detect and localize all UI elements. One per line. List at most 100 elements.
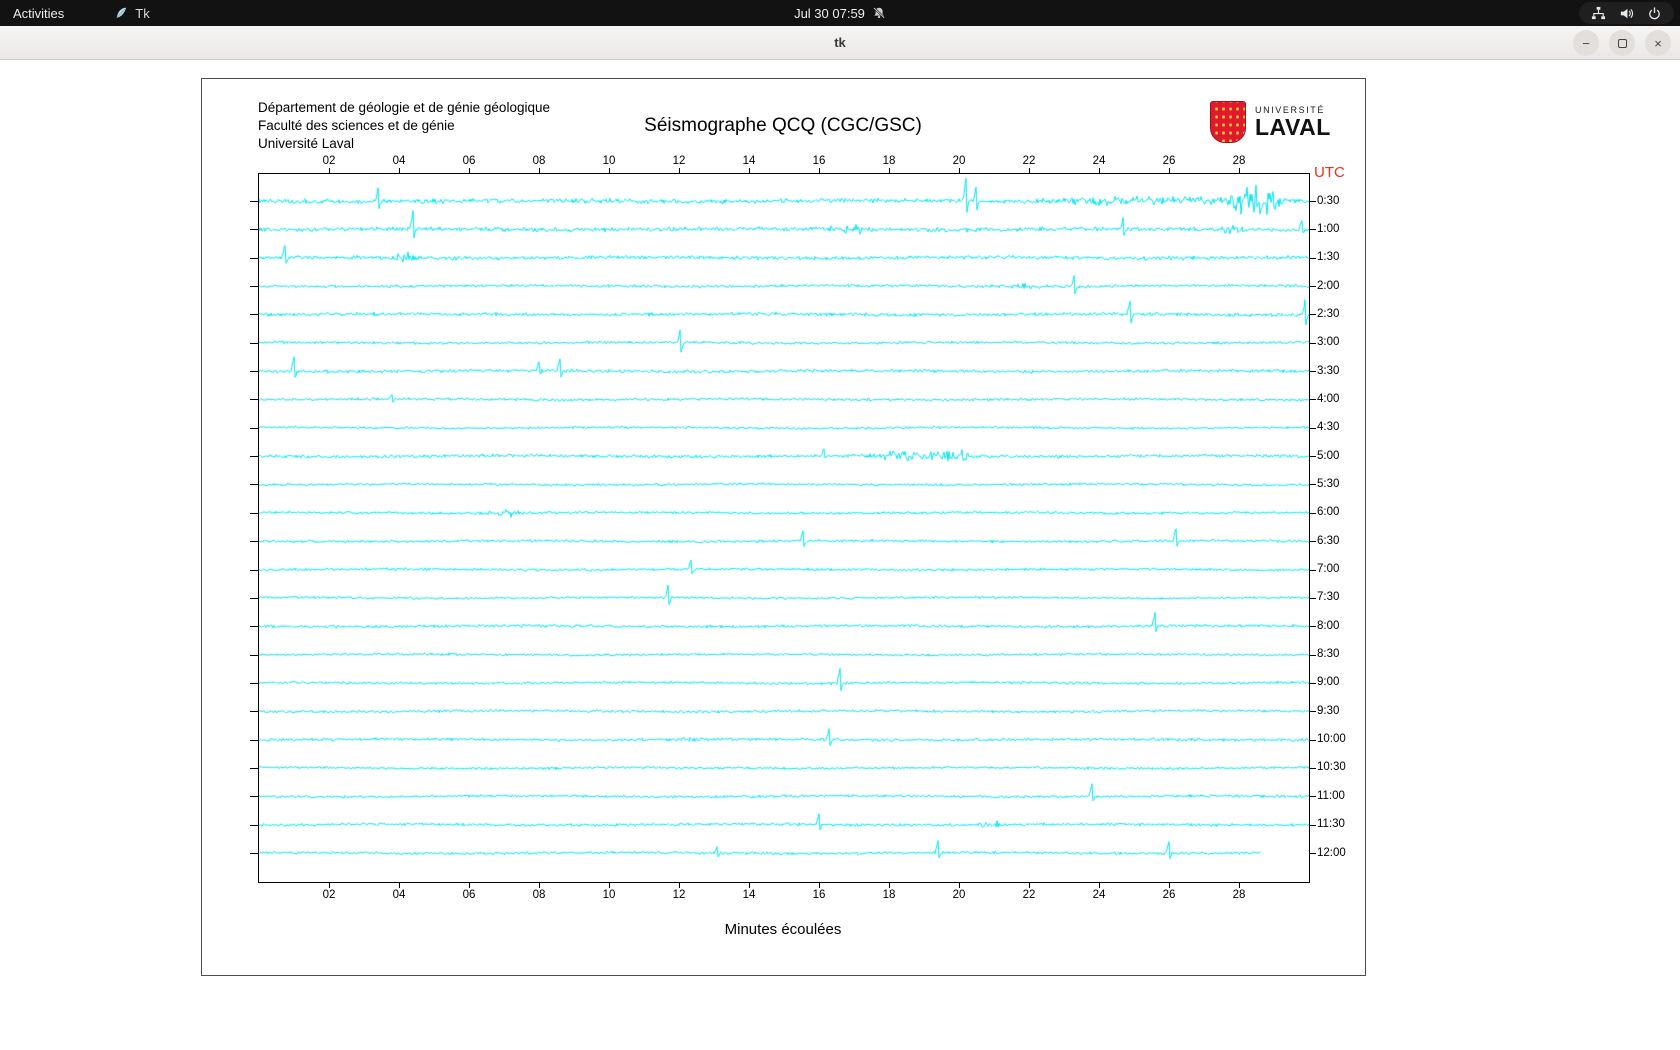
x-tick-label-bottom: 10 xyxy=(603,889,616,901)
trace-time-label: 0:30 xyxy=(1317,195,1339,207)
x-tick-label-top: 18 xyxy=(883,155,896,167)
trace-time-label: 8:00 xyxy=(1317,620,1339,632)
laval-wordmark-bottom: LAVAL xyxy=(1255,116,1331,139)
trace-tick-right xyxy=(1310,655,1316,656)
trace-tick-left xyxy=(250,456,258,457)
institution-line-3: Université Laval xyxy=(258,135,550,153)
x-tick-label-top: 22 xyxy=(1023,155,1036,167)
x-tick-label-bottom: 02 xyxy=(323,889,336,901)
x-tick-label-bottom: 22 xyxy=(1023,889,1036,901)
trace-tick-right xyxy=(1310,626,1316,627)
power-icon xyxy=(1647,6,1662,21)
trace-tick-right xyxy=(1310,428,1316,429)
laval-wordmark: UNIVERSITÉ LAVAL xyxy=(1255,105,1331,139)
trace-tick-right xyxy=(1310,825,1316,826)
activities-button[interactable]: Activities xyxy=(0,0,77,26)
trace-tick-left xyxy=(250,201,258,202)
x-tick-mark-top xyxy=(399,168,400,173)
clock-button[interactable]: Jul 30 07:59 xyxy=(781,0,899,26)
x-tick-label-top: 20 xyxy=(953,155,966,167)
activities-label: Activities xyxy=(13,6,64,21)
trace-tick-right xyxy=(1310,541,1316,542)
network-icon xyxy=(1591,6,1606,21)
trace-tick-right xyxy=(1310,314,1316,315)
x-tick-label-top: 02 xyxy=(323,155,336,167)
maximize-button[interactable] xyxy=(1609,30,1635,56)
trace-tick-left xyxy=(250,258,258,259)
institution-block: Département de géologie et de génie géol… xyxy=(258,99,550,153)
x-tick-mark-bottom xyxy=(1029,883,1030,888)
trace-time-label: 5:00 xyxy=(1317,450,1339,462)
x-tick-label-bottom: 06 xyxy=(463,889,476,901)
trace-tick-left xyxy=(250,229,258,230)
system-status-area[interactable] xyxy=(1579,2,1674,24)
chart-title: Séismographe QCQ (CGC/GSC) xyxy=(644,115,922,137)
x-tick-label-top: 12 xyxy=(673,155,686,167)
trace-tick-left xyxy=(250,598,258,599)
x-tick-label-top: 06 xyxy=(463,155,476,167)
x-tick-mark-bottom xyxy=(399,883,400,888)
minimize-icon: − xyxy=(1582,37,1590,50)
x-tick-mark-bottom xyxy=(1169,883,1170,888)
trace-time-label: 10:30 xyxy=(1317,761,1346,773)
x-tick-label-bottom: 12 xyxy=(673,889,686,901)
volume-icon xyxy=(1619,6,1634,21)
x-tick-label-bottom: 08 xyxy=(533,889,546,901)
trace-time-label: 6:00 xyxy=(1317,506,1339,518)
x-tick-mark-bottom xyxy=(1239,883,1240,888)
trace-time-label: 1:30 xyxy=(1317,251,1339,263)
trace-tick-right xyxy=(1310,229,1316,230)
x-tick-label-bottom: 16 xyxy=(813,889,826,901)
trace-tick-right xyxy=(1310,371,1316,372)
trace-tick-right xyxy=(1310,853,1316,854)
trace-tick-left xyxy=(250,399,258,400)
close-button[interactable]: × xyxy=(1645,30,1671,56)
minimize-button[interactable]: − xyxy=(1573,30,1599,56)
trace-tick-left xyxy=(250,768,258,769)
x-tick-label-bottom: 14 xyxy=(743,889,756,901)
trace-tick-left xyxy=(250,683,258,684)
trace-tick-left xyxy=(250,796,258,797)
x-axis-label: Minutes écoulées xyxy=(725,921,842,938)
trace-time-label: 2:30 xyxy=(1317,308,1339,320)
trace-tick-left xyxy=(250,484,258,485)
x-tick-mark-bottom xyxy=(1099,883,1100,888)
trace-tick-left xyxy=(250,825,258,826)
x-tick-mark-bottom xyxy=(539,883,540,888)
x-tick-mark-bottom xyxy=(329,883,330,888)
trace-time-label: 3:00 xyxy=(1317,336,1339,348)
trace-tick-right xyxy=(1310,484,1316,485)
x-tick-mark-top xyxy=(1169,168,1170,173)
x-tick-label-top: 08 xyxy=(533,155,546,167)
window-titlebar[interactable]: tk − × xyxy=(0,26,1680,60)
trace-tick-right xyxy=(1310,201,1316,202)
x-tick-mark-top xyxy=(539,168,540,173)
trace-tick-right xyxy=(1310,343,1316,344)
trace-tick-right xyxy=(1310,399,1316,400)
x-tick-mark-top xyxy=(679,168,680,173)
trace-tick-left xyxy=(250,655,258,656)
x-tick-mark-bottom xyxy=(469,883,470,888)
trace-tick-right xyxy=(1310,456,1316,457)
x-tick-mark-top xyxy=(609,168,610,173)
x-tick-mark-top xyxy=(819,168,820,173)
laval-shield-icon xyxy=(1210,101,1246,143)
window-content: Département de géologie et de génie géol… xyxy=(0,60,1680,1050)
trace-tick-left xyxy=(250,853,258,854)
window-controls: − × xyxy=(1573,30,1671,56)
x-tick-mark-top xyxy=(469,168,470,173)
x-tick-mark-top xyxy=(1029,168,1030,173)
trace-time-label: 7:00 xyxy=(1317,563,1339,575)
x-tick-label-bottom: 18 xyxy=(883,889,896,901)
x-tick-label-top: 28 xyxy=(1233,155,1246,167)
trace-tick-left xyxy=(250,570,258,571)
tk-feather-icon xyxy=(114,6,128,20)
x-tick-mark-top xyxy=(959,168,960,173)
trace-tick-left xyxy=(250,513,258,514)
trace-time-label: 12:00 xyxy=(1317,847,1346,859)
x-tick-label-bottom: 24 xyxy=(1093,889,1106,901)
trace-tick-left xyxy=(250,541,258,542)
tk-app-indicator[interactable]: Tk xyxy=(101,0,162,26)
trace-tick-left xyxy=(250,428,258,429)
x-tick-label-top: 04 xyxy=(393,155,406,167)
